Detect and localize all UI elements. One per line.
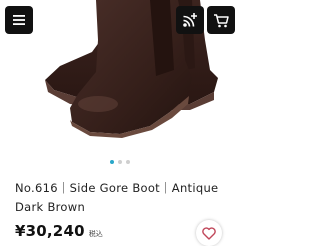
hamburger-menu-icon	[13, 15, 25, 25]
product-image[interactable]	[0, 0, 240, 150]
gallery-pagination	[0, 160, 240, 166]
feed-subscribe-button[interactable]	[176, 6, 204, 34]
boot-photo	[45, 0, 218, 138]
product-title: No.616｜Side Gore Boot｜Antique Dark Brown	[15, 181, 219, 214]
pagination-dot[interactable]	[118, 160, 122, 164]
menu-button[interactable]	[5, 6, 33, 34]
cart-button[interactable]	[207, 6, 235, 34]
heart-outline-icon	[202, 226, 216, 240]
rss-plus-icon	[183, 13, 197, 27]
favorite-button[interactable]	[196, 220, 222, 246]
shopping-cart-icon	[214, 13, 229, 27]
tax-included-label: 税込	[88, 230, 103, 238]
pagination-dot[interactable]	[110, 160, 114, 164]
pagination-dot[interactable]	[126, 160, 130, 164]
price-row: ¥30,240 税込	[15, 222, 103, 244]
product-price: ¥30,240	[15, 222, 85, 240]
